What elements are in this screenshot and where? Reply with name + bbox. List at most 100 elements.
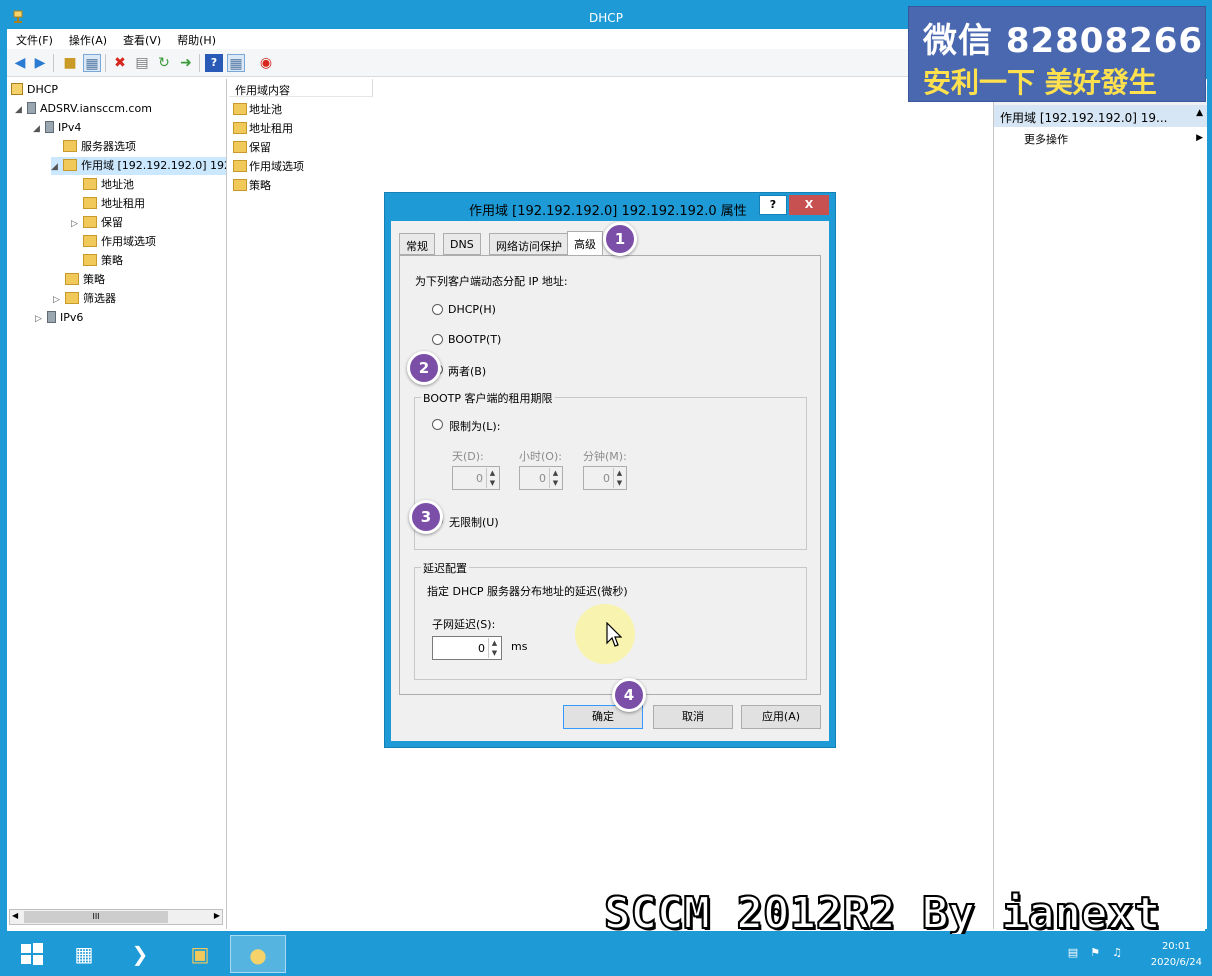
tree-node-ipv4[interactable]: ◢ IPv4 <box>33 119 81 137</box>
submenu-arrow-icon[interactable]: ▶ <box>1196 133 1203 143</box>
help-icon[interactable]: ? <box>205 54 223 72</box>
radio-both-label[interactable]: 两者(B) <box>448 363 486 379</box>
list-item[interactable]: 地址池 <box>233 101 282 119</box>
tree-node-label: 策略 <box>83 273 105 286</box>
tree-node-ipv6[interactable]: ▷ IPv6 <box>35 309 83 327</box>
file-explorer-taskbar-icon[interactable]: ▣ <box>172 935 228 973</box>
tree-node-scope-policies[interactable]: 策略 <box>83 252 123 270</box>
volume-tray-icon[interactable]: ♫ <box>1110 946 1124 960</box>
list-item-label: 作用域选项 <box>249 160 304 173</box>
subnet-delay-label: 子网延迟(S): <box>432 618 496 631</box>
delete-icon[interactable]: ✖ <box>111 54 129 72</box>
dhcp-taskbar-icon[interactable]: ● <box>230 935 286 973</box>
tree-node-server-options[interactable]: 服务器选项 <box>63 138 136 156</box>
menu-view[interactable]: 查看(V) <box>114 29 168 48</box>
back-icon[interactable]: ◀ <box>11 54 29 72</box>
properties-icon[interactable]: ▤ <box>133 54 151 72</box>
scroll-right-icon[interactable]: ▶ <box>214 911 220 920</box>
hours-spinner[interactable]: 0 ▲ ▼ <box>519 466 563 490</box>
scrollbar-thumb[interactable]: III <box>24 911 168 923</box>
tree-node-scope[interactable]: ◢ 作用域 [192.192.192.0] 192 <box>51 157 226 176</box>
collapse-arrow-icon[interactable]: ◢ <box>15 101 27 119</box>
menu-action[interactable]: 操作(A) <box>60 29 114 48</box>
up-folder-icon[interactable]: ■ <box>61 54 79 72</box>
show-hide-console-tree-icon[interactable]: ▦ <box>83 54 101 72</box>
dialog-help-button[interactable]: ? <box>759 195 787 215</box>
radio-dhcp-label[interactable]: DHCP(H) <box>448 303 496 316</box>
start-button[interactable] <box>4 935 60 973</box>
spinner-arrows-icon[interactable]: ▲ ▼ <box>549 468 561 488</box>
tab-general[interactable]: 常规 <box>399 233 435 255</box>
tree-node-policies[interactable]: 策略 <box>65 271 105 289</box>
action-center-tray-icon[interactable]: ⚑ <box>1088 946 1102 960</box>
expand-arrow-icon[interactable]: ▷ <box>53 291 65 309</box>
radio-bootp-label[interactable]: BOOTP(T) <box>448 333 501 346</box>
expand-arrow-icon[interactable]: ▷ <box>35 310 47 328</box>
menu-help[interactable]: 帮助(H) <box>168 29 223 48</box>
actions-scope-title[interactable]: 作用域 [192.192.192.0] 19... ▲ <box>994 105 1207 127</box>
server-manager-taskbar-icon[interactable]: ▦ <box>56 935 112 973</box>
policies-icon <box>233 179 247 191</box>
clock-time: 20:01 <box>1161 941 1191 952</box>
scroll-left-icon[interactable]: ◀ <box>12 911 18 920</box>
delay-group-title: 延迟配置 <box>421 560 469 576</box>
radio-limit[interactable] <box>432 419 443 430</box>
export-list-icon[interactable]: ➜ <box>177 54 195 72</box>
list-item-label: 保留 <box>249 141 271 154</box>
spinner-arrows-icon[interactable]: ▲ ▼ <box>613 468 625 488</box>
tree-node-address-pool[interactable]: 地址池 <box>83 176 134 194</box>
menu-file[interactable]: 文件(F) <box>7 29 60 48</box>
show-hide-action-pane-icon[interactable]: ▦ <box>227 54 245 72</box>
collapse-up-icon[interactable]: ▲ <box>1196 108 1203 118</box>
tab-advanced[interactable]: 高级 <box>567 231 603 256</box>
spinner-arrows-icon[interactable]: ▲ ▼ <box>486 468 498 488</box>
callout-3: 3 <box>409 500 443 534</box>
tree-node-address-leases[interactable]: 地址租用 <box>83 195 145 213</box>
actions-pane: 操作 作用域 [192.192.192.0] 19... ▲ 更多操作 ▶ <box>993 79 1207 929</box>
list-item[interactable]: 策略 <box>233 177 271 195</box>
cancel-button[interactable]: 取消 <box>653 705 733 729</box>
spinner-arrows-icon[interactable]: ▲ ▼ <box>488 638 500 658</box>
stop-service-icon[interactable]: ◉ <box>257 54 275 72</box>
powershell-taskbar-icon[interactable]: ❯ <box>112 935 168 973</box>
more-actions-label: 更多操作 <box>1024 133 1068 146</box>
watermark-line-2: 安利一下 美好發生 <box>923 66 1157 99</box>
apply-button[interactable]: 应用(A) <box>741 705 821 729</box>
radio-bootp[interactable] <box>432 334 443 345</box>
tab-dns[interactable]: DNS <box>443 233 481 255</box>
minutes-spinner[interactable]: 0 ▲ ▼ <box>583 466 627 490</box>
dialog-close-button[interactable]: X <box>789 195 829 215</box>
taskbar-clock[interactable]: 20:01 2020/6/24 <box>1151 939 1202 971</box>
tree-node-label: 地址池 <box>101 178 134 191</box>
list-item[interactable]: 保留 <box>233 139 271 157</box>
radio-dhcp[interactable] <box>432 304 443 315</box>
radio-limit-label[interactable]: 限制为(L): <box>449 418 500 434</box>
dialog-title: 作用域 [192.192.192.0] 192.192.192.0 属性 <box>469 204 747 219</box>
scope-options-icon <box>83 235 97 247</box>
expand-arrow-icon[interactable]: ▷ <box>71 215 83 233</box>
forward-icon[interactable]: ▶ <box>31 54 49 72</box>
column-header[interactable]: 作用域内容 <box>229 79 373 97</box>
list-item[interactable]: 地址租用 <box>233 120 293 138</box>
reservations-icon <box>83 216 97 228</box>
tab-network-access-protection[interactable]: 网络访问保护 <box>489 233 569 255</box>
policies-icon <box>65 273 79 285</box>
refresh-icon[interactable]: ↻ <box>155 54 173 72</box>
tree-node-scope-options[interactable]: 作用域选项 <box>83 233 156 251</box>
tree-node-reservations[interactable]: ▷ 保留 <box>71 214 123 232</box>
network-tray-icon[interactable]: ▤ <box>1066 946 1080 960</box>
tree-node-dhcp[interactable]: DHCP <box>11 81 58 99</box>
windows-logo-icon <box>21 943 43 965</box>
tree-node-server[interactable]: ◢ ADSRV.iansccm.com <box>15 100 152 118</box>
dialog-body: 常规 DNS 网络访问保护 高级 为下列客户端动态分配 IP 地址: DHCP(… <box>391 221 829 741</box>
radio-unlimited-label[interactable]: 无限制(U) <box>449 514 499 530</box>
days-spinner[interactable]: 0 ▲ ▼ <box>452 466 500 490</box>
subnet-delay-spinner[interactable]: 0 ▲ ▼ <box>432 636 502 660</box>
filters-icon <box>65 292 79 304</box>
collapse-arrow-icon[interactable]: ◢ <box>33 120 45 138</box>
tree-node-filters[interactable]: ▷ 筛选器 <box>53 290 116 308</box>
more-actions-link[interactable]: 更多操作 <box>1024 131 1068 147</box>
list-item[interactable]: 作用域选项 <box>233 158 304 176</box>
tree-horizontal-scrollbar[interactable]: ◀ III ▶ <box>9 909 223 925</box>
collapse-arrow-icon[interactable]: ◢ <box>51 158 63 176</box>
